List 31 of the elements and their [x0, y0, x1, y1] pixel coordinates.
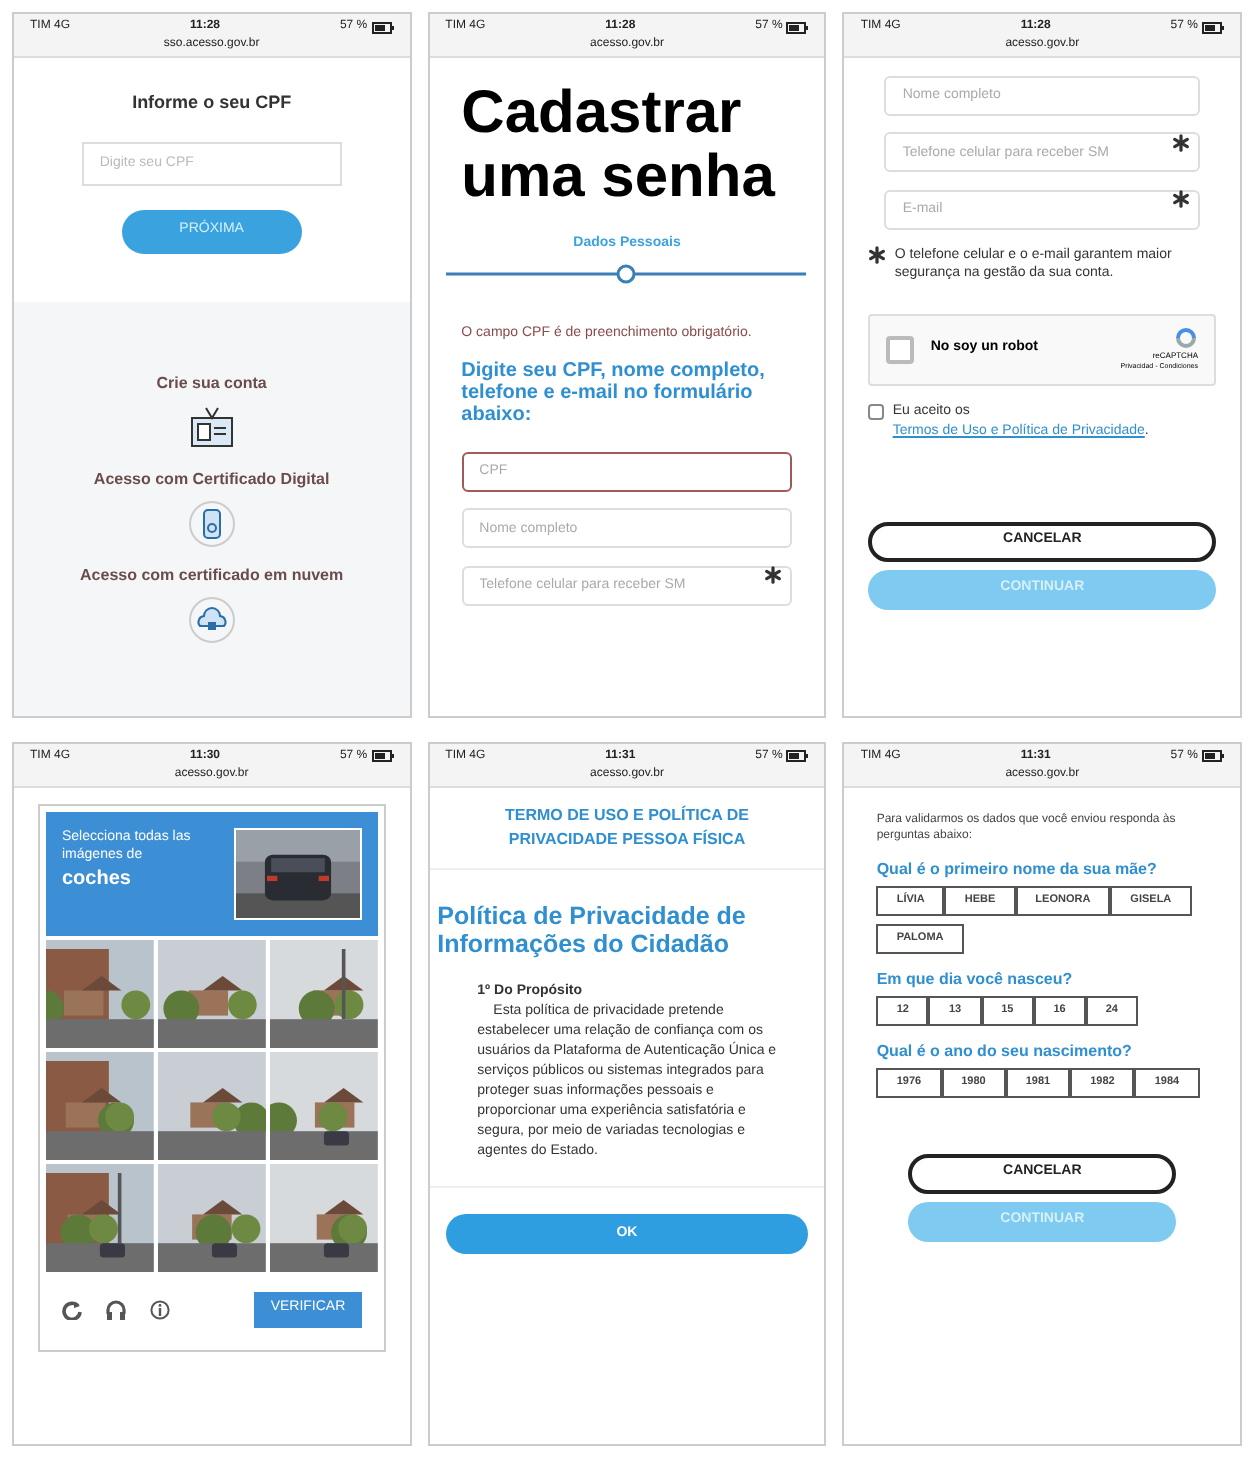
cloud-icon	[187, 596, 236, 644]
asterisk-icon	[868, 245, 887, 263]
terms-heading: TERMO DE USO E POLÍTICA DE PRIVACIDADE PESSOA FÍSICA	[503, 803, 751, 851]
usb-token-icon	[187, 500, 236, 548]
reload-icon[interactable]	[62, 1299, 82, 1319]
battery-icon	[786, 21, 809, 33]
page-title: Cadastrar uma senha	[461, 82, 778, 210]
battery-icon	[371, 21, 394, 33]
heading: Informe o seu CPF	[132, 90, 292, 116]
asterisk-icon	[764, 566, 783, 584]
asterisk-icon	[1172, 190, 1190, 208]
battery-icon	[1201, 21, 1224, 33]
option-link[interactable]: Acesso com certificado em nuvem	[80, 564, 344, 588]
battery-icon	[1201, 750, 1224, 762]
policy-title: Política de Privacidade de Informações do Cidadão	[435, 901, 748, 957]
terms-checkbox[interactable]	[868, 403, 885, 419]
captcha-target: coches	[62, 865, 133, 893]
battery-icon	[371, 750, 394, 762]
option-link[interactable]: Crie sua conta	[156, 372, 267, 396]
id-card-icon	[185, 404, 238, 452]
question-text: Em que dia você nasceu?	[876, 969, 1075, 987]
asterisk-icon	[1172, 133, 1190, 151]
battery-icon	[786, 750, 809, 762]
recaptcha-logo-icon	[1174, 325, 1198, 350]
info-icon[interactable]	[150, 1299, 170, 1319]
question-text: Qual é o ano do seu nascimento?	[876, 1041, 1134, 1059]
option-link[interactable]: Acesso com Certificado Digital	[93, 468, 330, 492]
question-text: Qual é o primeiro nome da sua mãe?	[876, 859, 1159, 877]
recaptcha-checkbox[interactable]	[886, 335, 915, 363]
instruction-heading: Digite seu CPF, nome completo, telefone e e-mail no formulário abaixo:	[461, 360, 767, 426]
headphones-icon[interactable]	[106, 1299, 126, 1319]
